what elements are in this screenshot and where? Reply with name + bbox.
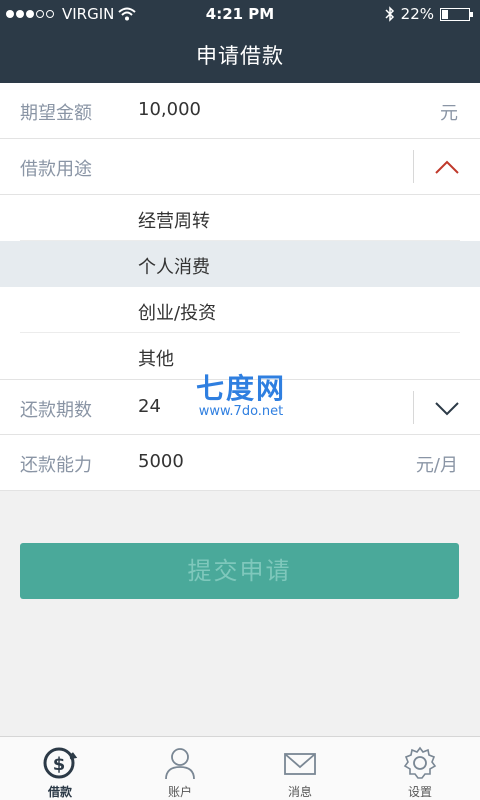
- ability-unit: 元/月: [415, 455, 458, 476]
- user-icon: [165, 748, 195, 780]
- tab-messages[interactable]: 消息: [240, 737, 360, 800]
- ability-input[interactable]: 5000: [138, 451, 184, 472]
- tab-label: 账户: [167, 785, 192, 799]
- amount-unit: 元: [440, 103, 458, 124]
- amount-row[interactable]: 期望金额 10,000 元: [0, 83, 480, 139]
- purpose-row[interactable]: 借款用途: [0, 139, 480, 195]
- tab-label: 消息: [287, 785, 312, 799]
- term-value[interactable]: 24: [138, 396, 161, 417]
- tab-bar: $ 借款 账户 消息 设置: [0, 736, 480, 800]
- term-label: 还款期数: [20, 400, 92, 421]
- purpose-option[interactable]: 其他: [0, 333, 480, 379]
- header: VIRGIN 4:21 PM 22% 申请借款: [0, 0, 480, 83]
- chevron-up-icon[interactable]: [413, 139, 480, 195]
- purpose-dropdown: 经营周转 个人消费 创业/投资 其他: [0, 195, 480, 379]
- bluetooth-icon: [385, 6, 394, 22]
- svg-text:$: $: [53, 754, 66, 775]
- amount-input[interactable]: 10,000: [138, 99, 201, 120]
- tab-label: 设置: [407, 785, 432, 799]
- purpose-label: 借款用途: [20, 159, 92, 180]
- mail-icon: [284, 753, 316, 775]
- tab-settings[interactable]: 设置: [360, 737, 480, 800]
- submit-button[interactable]: 提交申请: [20, 543, 459, 599]
- ability-label: 还款能力: [20, 455, 92, 476]
- loan-icon: $: [43, 747, 78, 779]
- chevron-down-icon[interactable]: [413, 380, 480, 436]
- status-right: 22%: [385, 5, 473, 23]
- gear-icon: [403, 746, 437, 779]
- term-row[interactable]: 还款期数 24: [0, 379, 480, 435]
- tab-label: 借款: [47, 785, 72, 799]
- purpose-option-selected[interactable]: 个人消费: [0, 241, 480, 287]
- loan-form: 期望金额 10,000 元 借款用途 经营周转 个人消费 创业/投资 其他 还款…: [0, 83, 480, 491]
- battery-percent: 22%: [400, 5, 434, 23]
- battery-icon: [440, 7, 473, 21]
- ability-row[interactable]: 还款能力 5000 元/月: [0, 435, 480, 491]
- tab-account[interactable]: 账户: [120, 737, 240, 800]
- amount-label: 期望金额: [20, 103, 92, 124]
- purpose-option[interactable]: 经营周转: [0, 195, 480, 241]
- tab-loan[interactable]: $ 借款: [0, 737, 120, 800]
- purpose-option[interactable]: 创业/投资: [0, 287, 480, 333]
- status-bar: VIRGIN 4:21 PM 22%: [0, 0, 480, 28]
- page-title: 申请借款: [196, 44, 284, 68]
